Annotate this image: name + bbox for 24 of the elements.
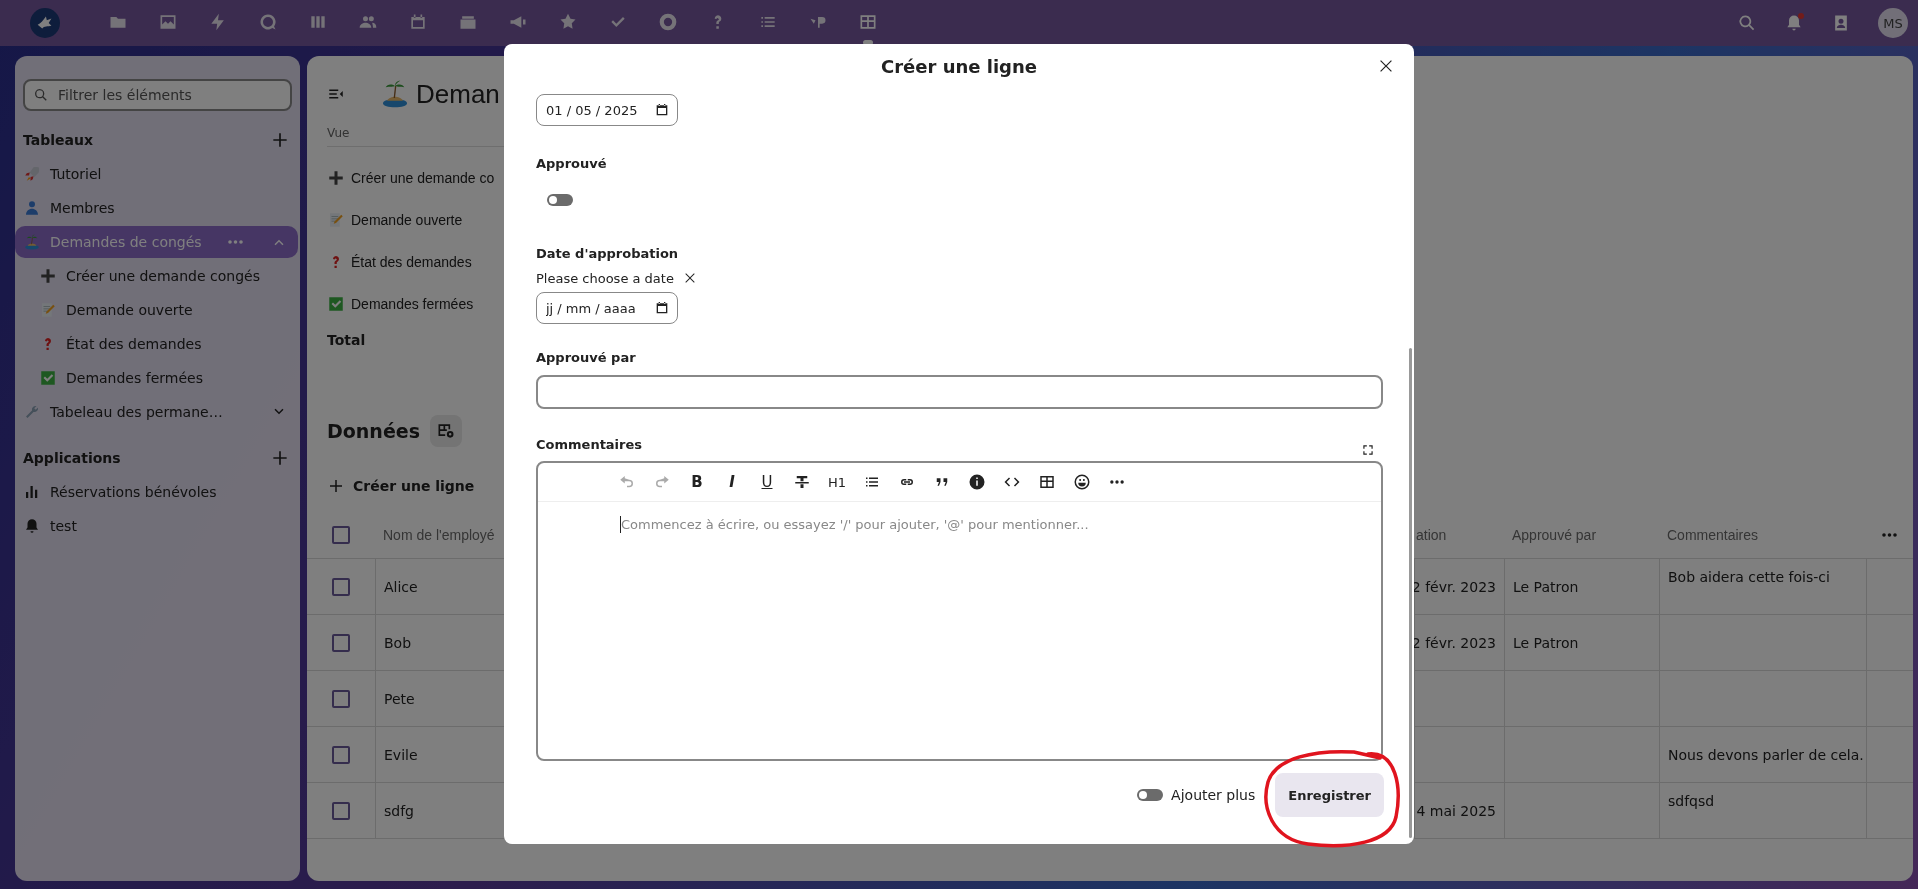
table-cell: Nous devons parler de cela. xyxy=(1668,746,1864,763)
table-cell: sdfqsd xyxy=(1668,793,1715,809)
table-cell: Evile xyxy=(384,746,418,763)
table-cell: Alice xyxy=(384,578,418,595)
field-label: Commentaires xyxy=(536,436,643,452)
dialog-title: Créer une ligne xyxy=(881,55,1037,77)
table-cell: Bob xyxy=(384,634,412,651)
placeholder-text: Commencez à écrire, ou essayez '/' pour ajouter, '@' pour mentionner... xyxy=(621,517,1089,532)
section-title: Données xyxy=(327,420,420,442)
hint-text: Please choose a date xyxy=(536,270,674,286)
field-label: Date d'approbation xyxy=(536,245,679,261)
table-cell: Bob aidera cette fois-ci xyxy=(1668,569,1830,585)
field-label: Approuvé xyxy=(536,155,607,171)
toggle-label: Ajouter plus xyxy=(1171,787,1256,803)
field-label: Approuvé par xyxy=(536,349,636,365)
table-cell: Pete xyxy=(384,690,415,707)
table-cell: Le Patron xyxy=(1513,634,1579,651)
section-title: Applications xyxy=(23,450,121,466)
table-cell: sdfg xyxy=(384,802,414,819)
table-cell: 4 mai 2025 xyxy=(1416,802,1496,819)
section-title: Tableaux xyxy=(23,132,93,148)
table-cell: Le Patron xyxy=(1513,578,1579,595)
page-title: Deman xyxy=(416,78,500,110)
total-label: Total xyxy=(327,331,367,350)
